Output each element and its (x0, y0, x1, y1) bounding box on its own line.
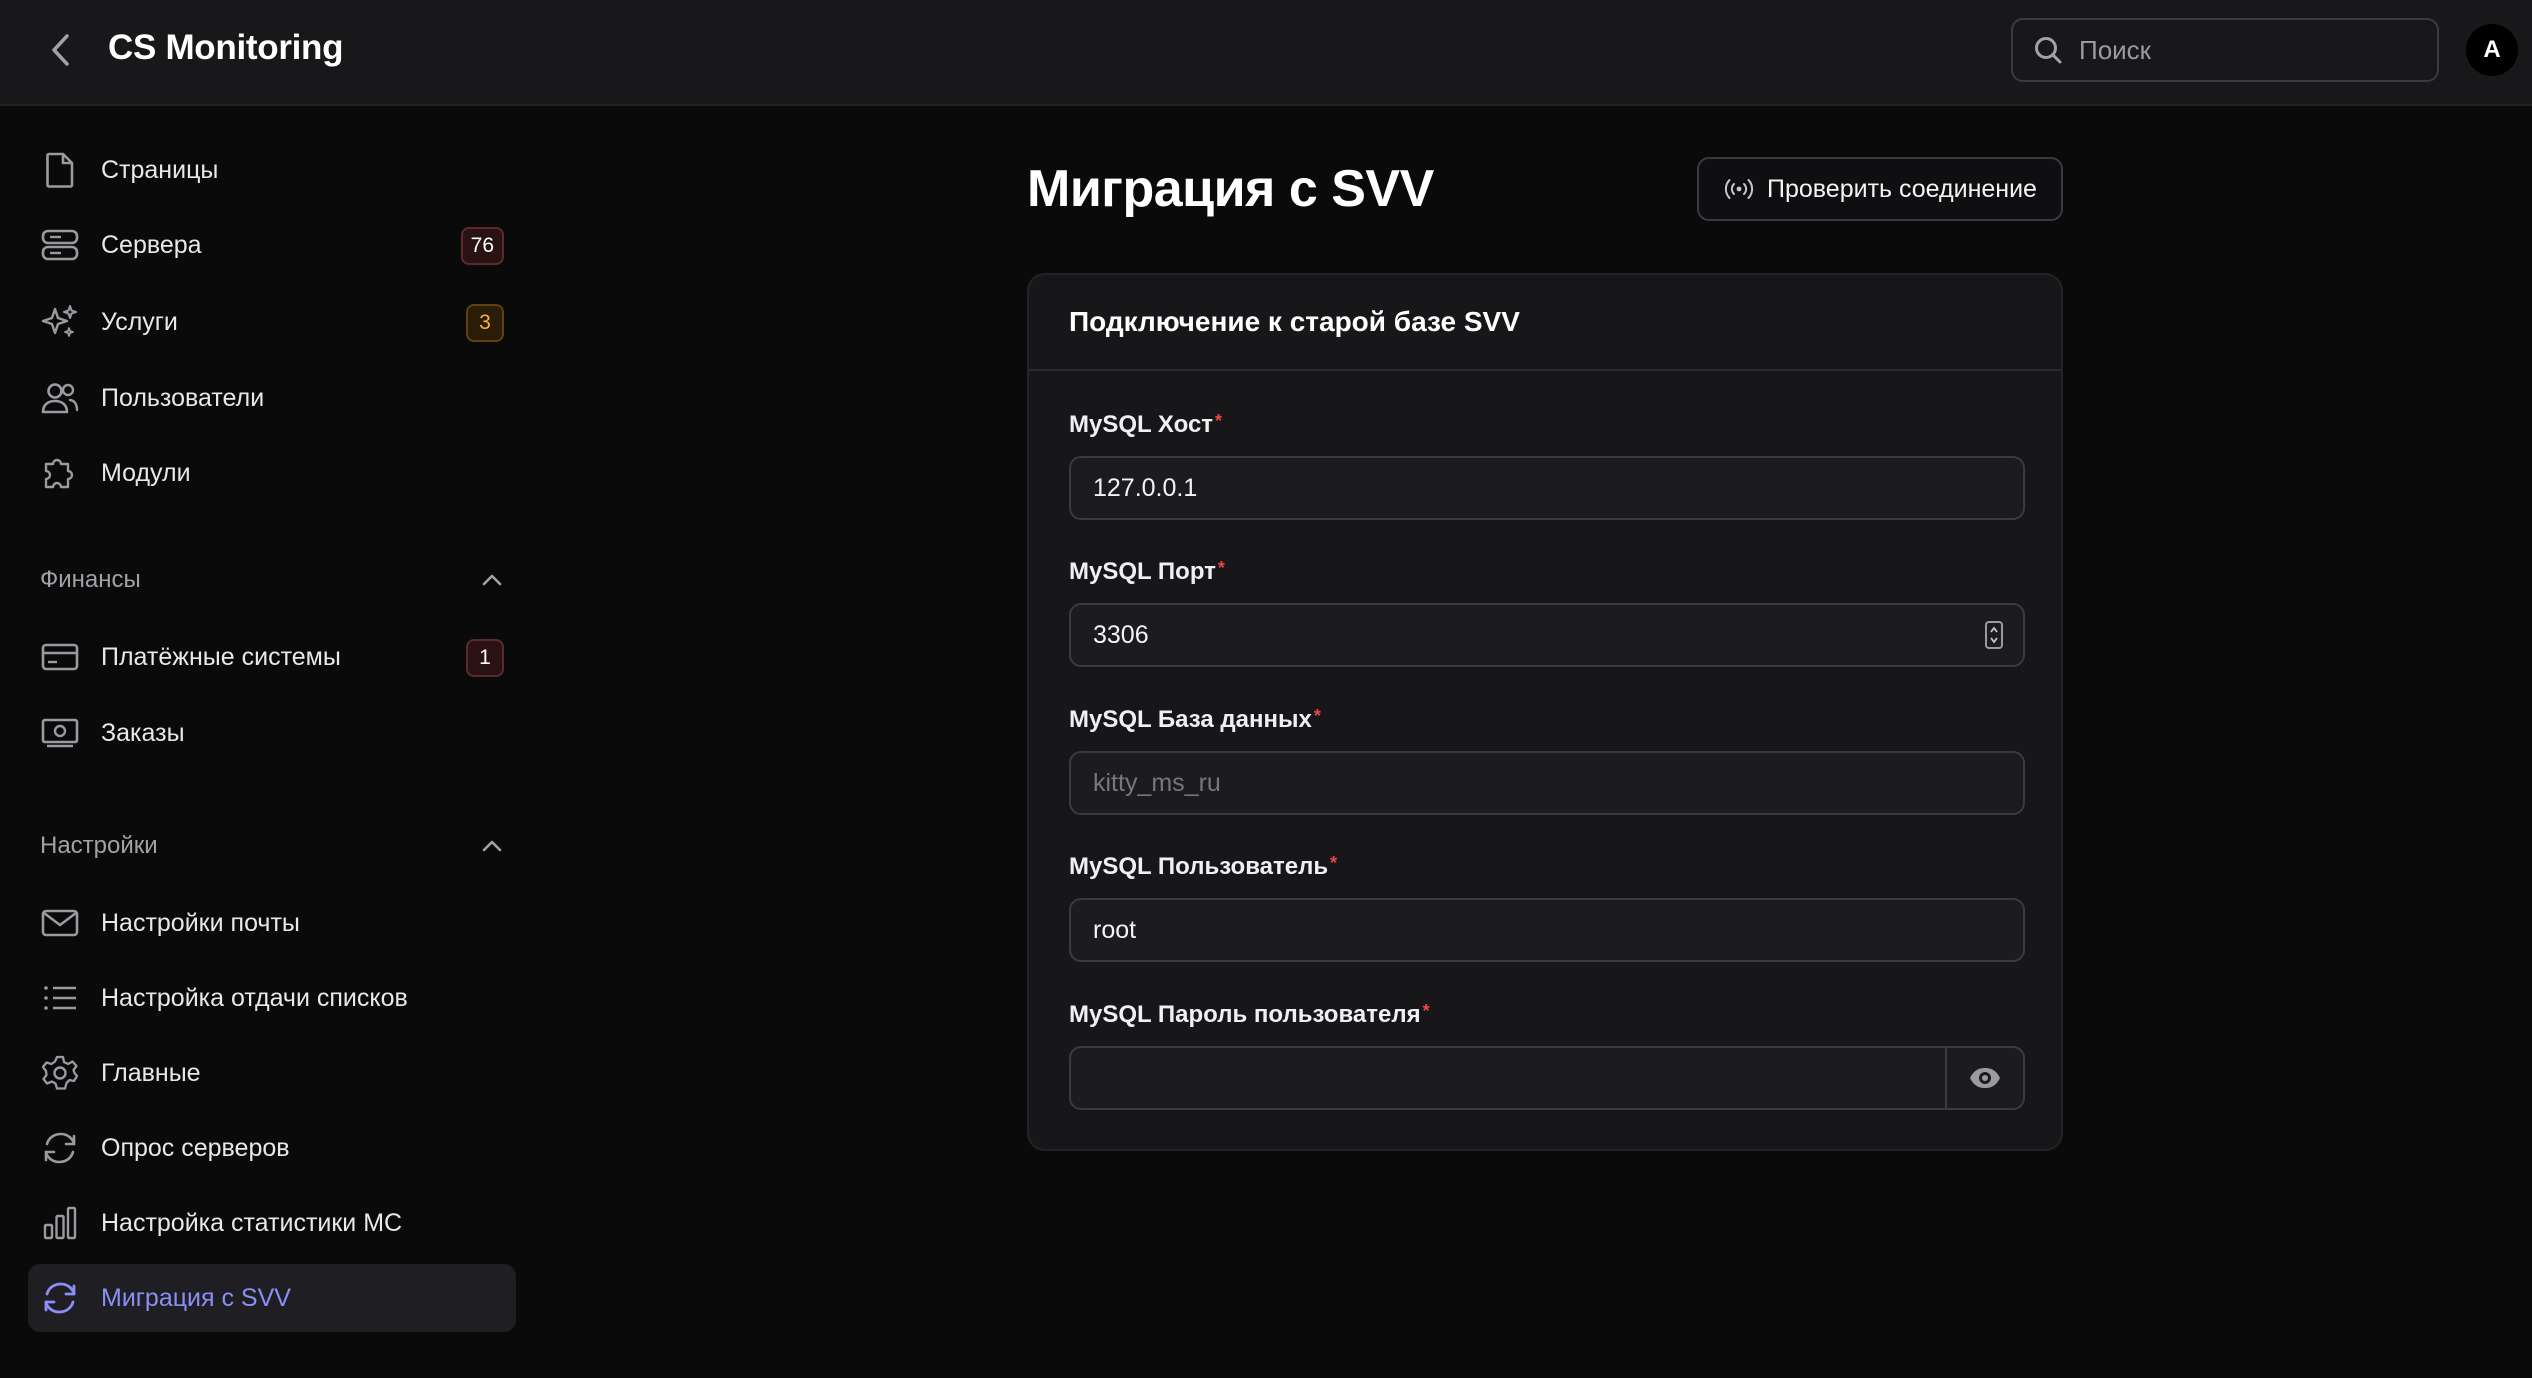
page-title: Миграция с SVV (1027, 160, 1434, 218)
credit-card-icon (40, 637, 80, 677)
group-title: Финансы (40, 566, 141, 593)
refresh-icon (40, 1128, 80, 1168)
sidebar-item-payment-systems[interactable]: Платёжные системы 1 (28, 623, 516, 691)
mysql-user-input[interactable] (1091, 914, 2023, 946)
required-marker: * (1422, 1001, 1430, 1021)
sidebar-item-orders[interactable]: Заказы (28, 699, 516, 767)
search-icon (2035, 37, 2062, 64)
field-label-text: MySQL Пользователь (1069, 853, 1329, 880)
required-marker: * (1313, 706, 1321, 726)
sidebar-item-label: Услуги (101, 307, 178, 336)
eye-icon (1970, 1068, 2000, 1088)
mysql-password-input[interactable] (1091, 1062, 1951, 1094)
sidebar-item-pages[interactable]: Страницы (28, 136, 516, 204)
card-header: Подключение к старой базе SVV (1029, 275, 2061, 371)
mysql-port-label: MySQL Порт * (1069, 558, 1225, 586)
sidebar-item-list-output-settings[interactable]: Настройка отдачи списков (28, 964, 516, 1032)
avatar[interactable]: A (2466, 24, 2518, 76)
mysql-user-field[interactable] (1069, 898, 2025, 962)
chevron-up-icon (480, 568, 504, 592)
users-icon (40, 378, 80, 418)
sidebar-item-label: Настройки почты (101, 908, 300, 937)
sidebar-item-label: Страницы (101, 155, 219, 184)
signal-icon (1723, 177, 1755, 201)
mysql-user-label: MySQL Пользователь * (1069, 853, 1337, 881)
connection-card: Подключение к старой базе SVV MySQL Хост… (1027, 273, 2063, 1151)
sidebar-item-services[interactable]: Услуги 3 (28, 288, 516, 356)
group-title: Настройки (40, 832, 158, 859)
search-box[interactable] (2011, 18, 2439, 82)
sidebar-item-label: Настройка статистики MC (101, 1208, 403, 1237)
gear-icon (40, 1053, 80, 1093)
servers-count-badge: 76 (460, 227, 504, 265)
mysql-host-field[interactable] (1069, 456, 2025, 520)
field-label-text: MySQL Порт (1069, 558, 1216, 585)
sidebar-item-general[interactable]: Главные (28, 1039, 516, 1107)
chevron-left-icon (52, 34, 69, 66)
group-settings-header[interactable]: Настройки (40, 824, 504, 868)
check-connection-button[interactable]: Проверить соединение (1697, 157, 2063, 221)
mysql-port-field[interactable] (1069, 603, 2025, 667)
stepper-arrows-icon (1990, 626, 1998, 644)
server-icon (40, 225, 80, 265)
field-label-text: MySQL Хост (1069, 411, 1214, 438)
sidebar-item-mc-stats-settings[interactable]: Настройка статистики MC (28, 1189, 516, 1257)
required-marker: * (1330, 853, 1338, 873)
sparkles-icon (40, 302, 80, 342)
sidebar-item-mail-settings[interactable]: Настройки почты (28, 889, 516, 957)
port-stepper[interactable] (1985, 621, 2003, 649)
search-input[interactable] (2077, 33, 2417, 67)
cash-icon (40, 713, 80, 753)
sync-icon (40, 1278, 80, 1318)
sidebar: Страницы Сервера 76 Услуги 3 Пользовател… (0, 106, 540, 1378)
sidebar-item-label: Настройка отдачи списков (101, 983, 408, 1012)
payment-systems-count-badge: 1 (466, 639, 504, 677)
mysql-password-field[interactable] (1069, 1046, 2025, 1110)
required-marker: * (1217, 558, 1225, 578)
sidebar-item-label: Платёжные системы (101, 642, 341, 671)
mysql-port-input[interactable] (1091, 619, 2023, 651)
sidebar-item-label: Пользователи (101, 383, 265, 412)
sidebar-item-label: Главные (101, 1058, 201, 1087)
back-button[interactable] (40, 30, 80, 70)
sidebar-item-label: Заказы (101, 718, 185, 747)
list-icon (40, 978, 80, 1018)
mysql-password-label: MySQL Пароль пользователя * (1069, 1001, 1430, 1029)
field-label-text: MySQL Пароль пользователя (1069, 1001, 1421, 1028)
bar-chart-icon (40, 1203, 80, 1243)
sidebar-item-server-polling[interactable]: Опрос серверов (28, 1114, 516, 1182)
mysql-database-label: MySQL База данных * (1069, 706, 1321, 734)
app-title: CS Monitoring (108, 28, 344, 67)
card-title: Подключение к старой базе SVV (1069, 306, 1520, 337)
sidebar-item-label: Опрос серверов (101, 1133, 290, 1162)
mysql-host-label: MySQL Хост * (1069, 411, 1222, 439)
puzzle-icon (40, 453, 80, 493)
file-icon (40, 150, 80, 190)
top-bar: CS Monitoring A (0, 0, 2532, 106)
services-count-badge: 3 (466, 304, 504, 342)
sidebar-item-users[interactable]: Пользователи (28, 364, 516, 432)
sidebar-item-servers[interactable]: Сервера 76 (28, 211, 516, 279)
sidebar-item-label: Миграция с SVV (101, 1283, 291, 1312)
mysql-database-input[interactable] (1091, 767, 2023, 799)
field-label-text: MySQL База данных (1069, 706, 1312, 733)
check-connection-label: Проверить соединение (1767, 174, 2037, 203)
chevron-up-icon (480, 834, 504, 858)
required-marker: * (1215, 411, 1223, 431)
mysql-database-field[interactable] (1069, 751, 2025, 815)
sidebar-item-label: Сервера (101, 230, 202, 259)
show-password-button[interactable] (1945, 1048, 2023, 1108)
sidebar-item-svv-migration[interactable]: Миграция с SVV (28, 1264, 516, 1332)
mysql-host-input[interactable] (1091, 472, 2023, 504)
envelope-icon (40, 903, 80, 943)
sidebar-item-label: Модули (101, 458, 191, 487)
sidebar-item-modules[interactable]: Модули (28, 439, 516, 507)
group-finances-header[interactable]: Финансы (40, 558, 504, 602)
